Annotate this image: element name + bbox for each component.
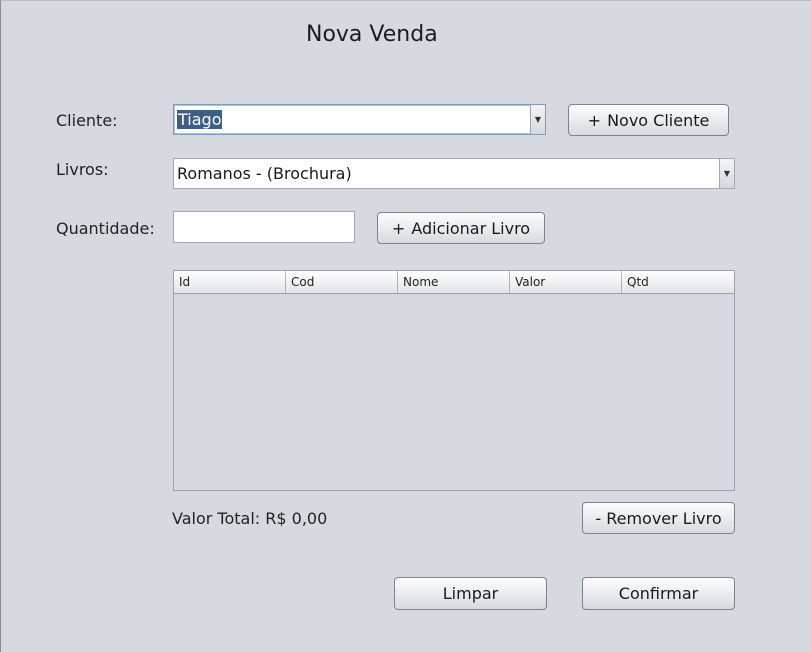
quantidade-input[interactable] <box>173 211 355 243</box>
table-header-nome[interactable]: Nome <box>398 271 510 293</box>
livros-table[interactable]: Id Cod Nome Valor Qtd <box>173 270 735 491</box>
remove-livro-button[interactable]: - Remover Livro <box>582 502 735 534</box>
quantidade-label: Quantidade: <box>56 219 155 238</box>
cliente-label: Cliente: <box>56 111 118 130</box>
clear-button[interactable]: Limpar <box>394 577 547 610</box>
cliente-combobox-arrow-button[interactable]: ▼ <box>530 105 545 134</box>
new-cliente-button-label: Novo Cliente <box>607 110 710 130</box>
chevron-down-icon: ▼ <box>534 114 542 124</box>
chevron-down-icon: ▼ <box>723 168 731 178</box>
add-livro-button-label: Adicionar Livro <box>411 218 531 238</box>
cliente-combobox-value: Tiago <box>174 110 530 129</box>
page-title: Nova Venda <box>306 22 438 47</box>
table-header-valor[interactable]: Valor <box>510 271 622 293</box>
livros-combobox-arrow-button[interactable]: ▼ <box>719 159 734 188</box>
confirm-button[interactable]: Confirmar <box>582 577 735 610</box>
valor-total-text: Valor Total: R$ 0,00 <box>172 509 328 528</box>
plus-icon: + <box>391 218 406 238</box>
cliente-combobox[interactable]: Tiago ▼ <box>173 104 546 135</box>
table-header-id[interactable]: Id <box>174 271 286 293</box>
new-cliente-button[interactable]: + Novo Cliente <box>568 104 729 136</box>
cliente-selected-text: Tiago <box>177 110 223 129</box>
livros-label: Livros: <box>56 160 109 179</box>
table-body[interactable] <box>174 294 734 490</box>
table-header: Id Cod Nome Valor Qtd <box>174 271 734 294</box>
table-header-qtd[interactable]: Qtd <box>622 271 734 293</box>
plus-icon: + <box>587 110 602 130</box>
livros-combobox[interactable]: Romanos - (Brochura) ▼ <box>173 158 735 189</box>
add-livro-button[interactable]: + Adicionar Livro <box>377 212 545 244</box>
table-header-cod[interactable]: Cod <box>286 271 398 293</box>
livros-selected-text: Romanos - (Brochura) <box>177 164 352 183</box>
